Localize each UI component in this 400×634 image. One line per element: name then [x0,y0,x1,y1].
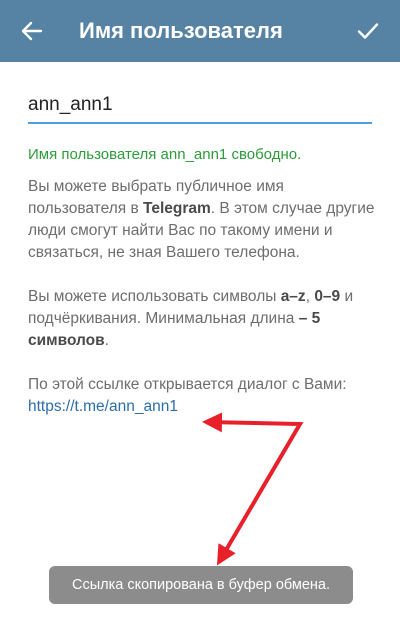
copied-toast: Ссылка скопирована в буфер обмена. [49,566,353,604]
confirm-button[interactable] [348,11,388,51]
annotation-arrow [202,412,304,566]
page-title: Имя пользователя [79,18,283,43]
app-bar: Имя пользователя [0,0,400,62]
info-public-name: Вы можете выбрать публичное имя пользова… [28,178,375,261]
back-button[interactable] [12,11,52,51]
info-allowed-chars: Вы можете использовать символы a–z, 0–9 … [28,288,354,349]
arrow-left-icon [21,21,43,41]
availability-status: Имя пользователя ann_ann1 свободно. [28,146,302,163]
info-link: По этой ссылке открывается диалог с Вами… [28,376,347,415]
username-screen: Имя пользователя Имя пользователя ann_an… [0,0,400,634]
username-input[interactable] [28,88,372,124]
checkmark-icon [357,23,379,39]
brand-name: Telegram [143,200,211,217]
profile-link[interactable]: https://t.me/ann_ann1 [28,398,178,415]
